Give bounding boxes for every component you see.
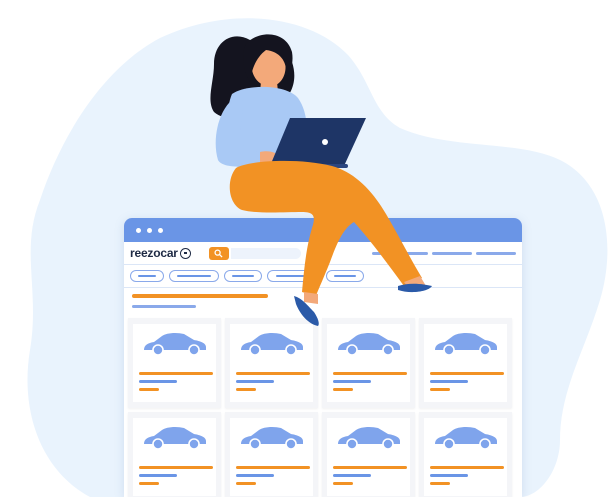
laptop-logo [322,139,328,145]
ankle [304,292,318,304]
pants [229,160,422,296]
woman-with-laptop [210,34,432,326]
shoe [398,283,432,293]
illustration: reezocar [0,0,615,497]
